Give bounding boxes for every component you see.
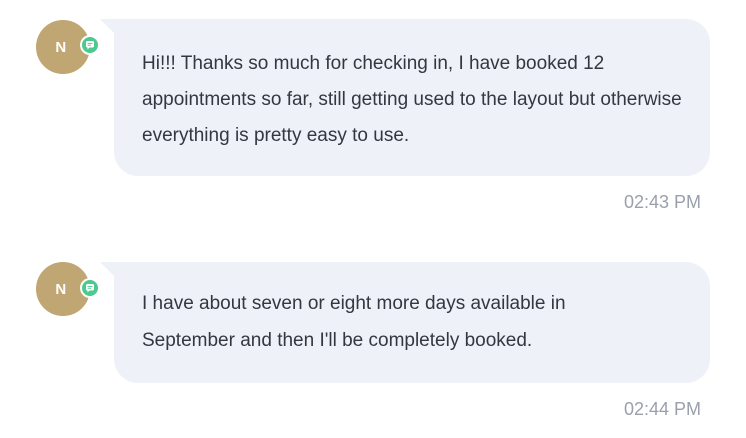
message-item: N I have about seven or eight more days … (0, 230, 746, 438)
chat-bubble-icon (82, 37, 98, 53)
avatar-initial: N (55, 38, 67, 56)
message-thread: N Hi!!! Thanks so much for checking in, … (0, 0, 746, 438)
message-timestamp: 02:43 PM (623, 192, 701, 212)
message-item: N Hi!!! Thanks so much for checking in, … (0, 0, 746, 230)
message-text: Hi!!! Thanks so much for checking in, I … (142, 53, 682, 146)
message-bubble: Hi!!! Thanks so much for checking in, I … (100, 19, 710, 176)
chat-bubble-icon (82, 280, 98, 296)
message-text: I have about seven or eight more days av… (142, 293, 566, 351)
message-bubble: I have about seven or eight more days av… (100, 262, 710, 383)
sms-channel-badge (80, 35, 100, 55)
avatar-initial: N (55, 280, 67, 298)
sms-channel-badge (80, 278, 100, 298)
message-timestamp: 02:44 PM (623, 399, 701, 419)
